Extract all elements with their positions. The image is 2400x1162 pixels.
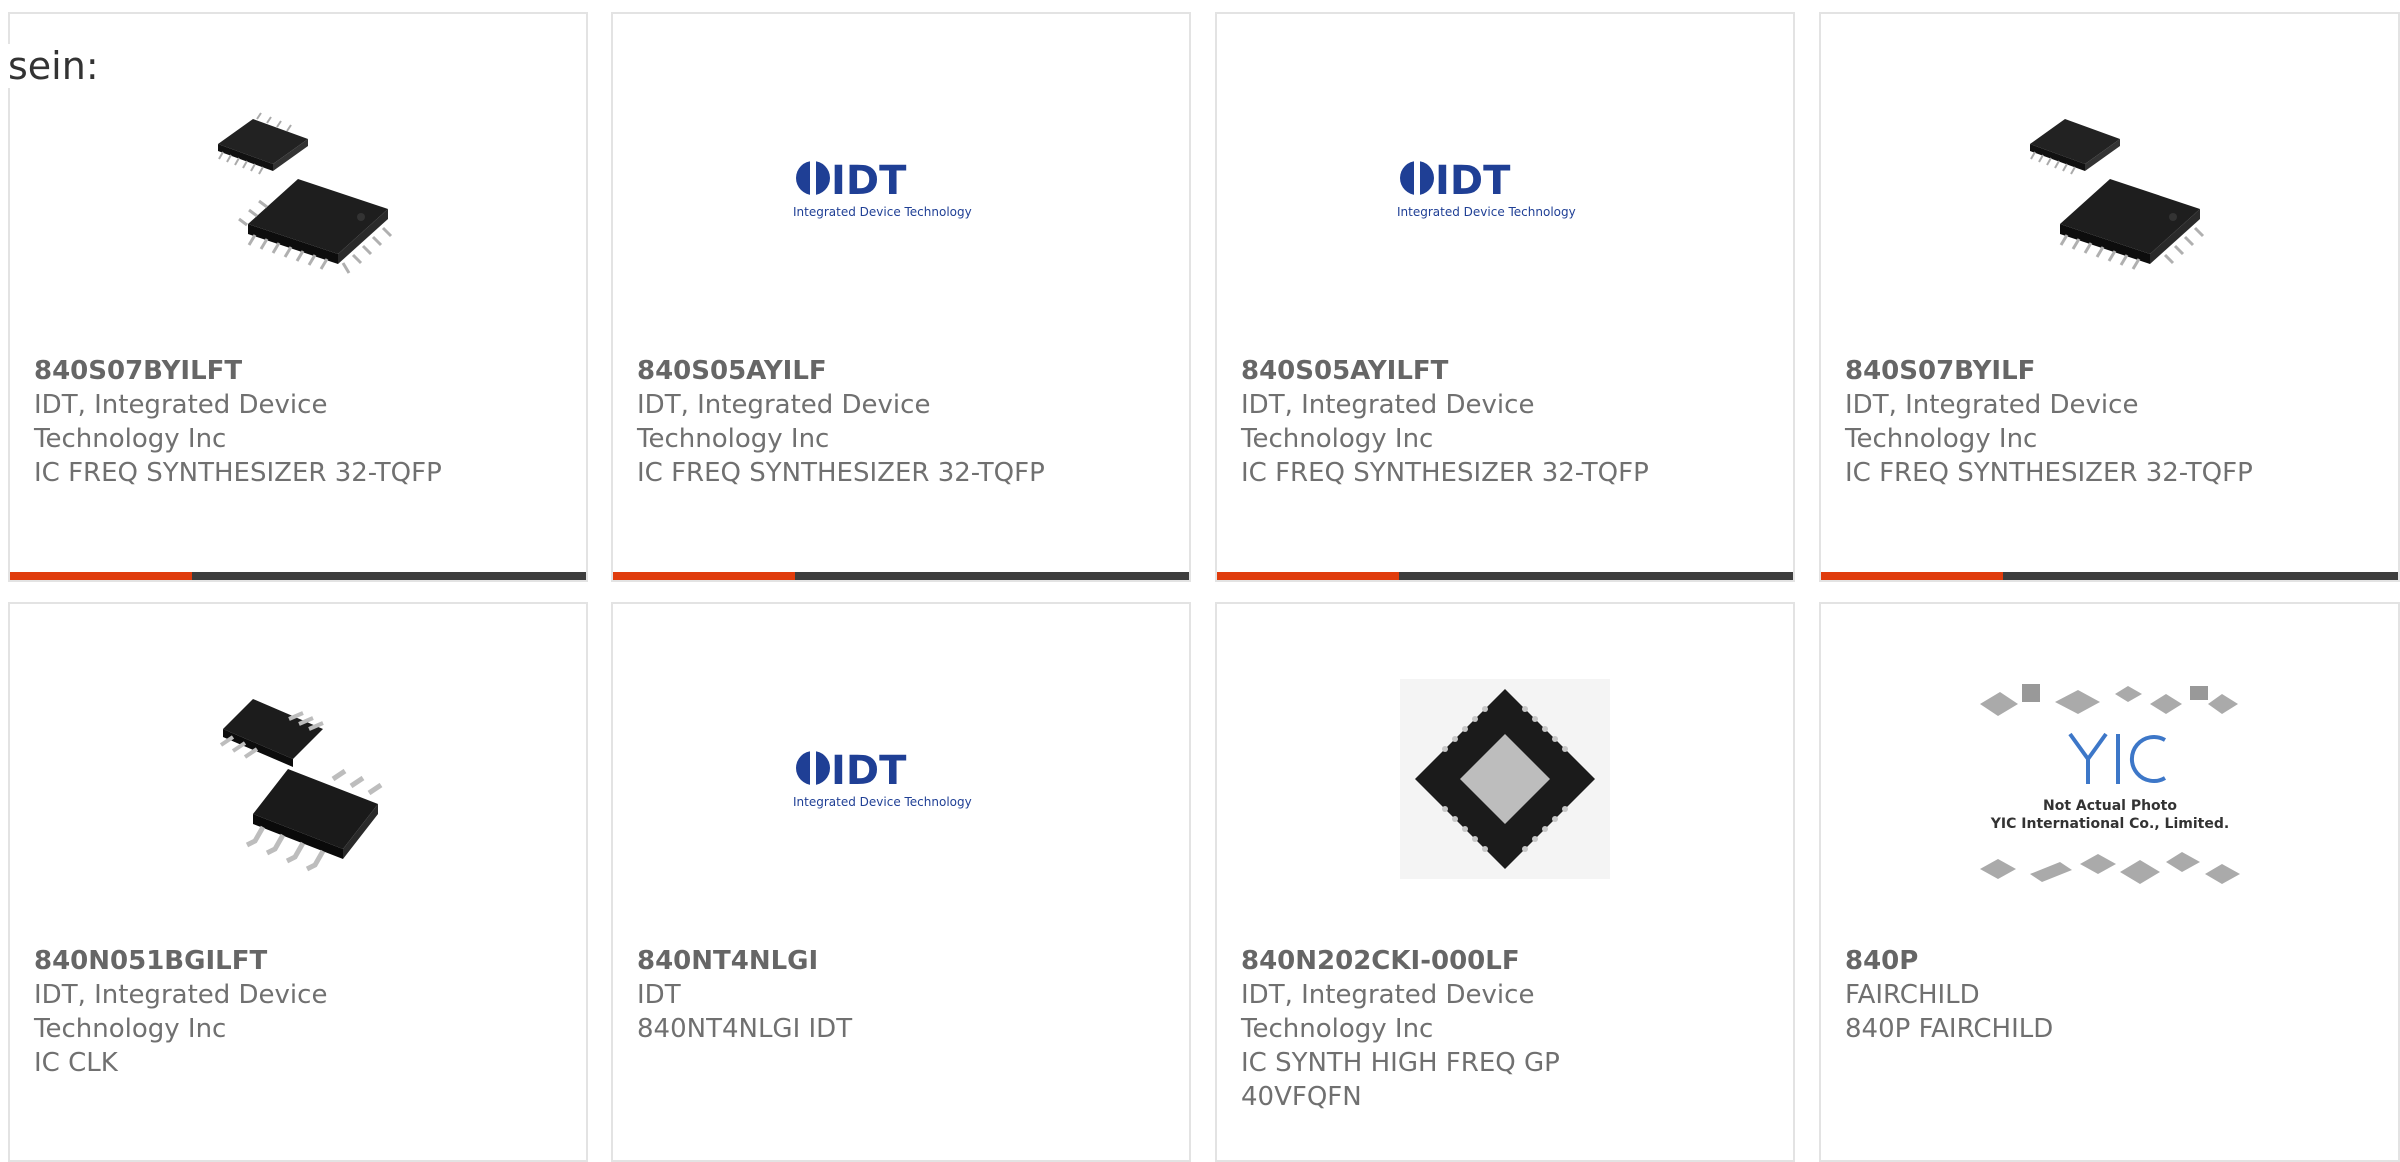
part-number[interactable]: 840S07BYILF	[1845, 354, 2378, 388]
card-progress-bar	[10, 572, 586, 580]
product-image	[10, 84, 586, 294]
part-number[interactable]: 840S05AYILFT	[1241, 354, 1773, 388]
manufacturer-line: IDT, Integrated Device	[34, 390, 328, 420]
part-number[interactable]: 840N051BGILFT	[34, 944, 566, 978]
vfqfn-chip-icon	[1400, 679, 1610, 879]
idt-logo-text: IDT	[831, 158, 907, 204]
product-image: IDT Integrated Device Technology	[1217, 84, 1793, 294]
description-line: IC CLK	[34, 1048, 118, 1078]
manufacturer-line: IDT	[637, 980, 681, 1010]
product-card[interactable]: 840S07BYILFT IDT, Integrated Device Tech…	[8, 12, 588, 582]
description-line: IC FREQ SYNTHESIZER 32-TQFP	[34, 458, 442, 488]
manufacturer-line: Technology Inc	[34, 424, 227, 454]
tqfp-chip-icon	[218, 112, 393, 274]
product-card[interactable]: Not Actual Photo YIC International Co., …	[1819, 602, 2400, 1162]
description-line: 840NT4NLGI IDT	[637, 1014, 853, 1044]
manufacturer-line: Technology Inc	[637, 424, 830, 454]
manufacturer-line: IDT, Integrated Device	[34, 980, 328, 1010]
idt-logo-icon: IDT Integrated Device Technology	[793, 158, 972, 219]
idt-logo-subtitle: Integrated Device Technology	[793, 205, 972, 219]
card-progress-accent	[613, 572, 795, 580]
card-progress-accent	[1217, 572, 1399, 580]
idt-logo-icon: IDT Integrated Device Technology	[793, 748, 972, 809]
description-line: IC SYNTH HIGH FREQ GP	[1241, 1048, 1560, 1078]
manufacturer-line: Technology Inc	[1241, 1014, 1434, 1044]
card-progress-bar	[1217, 572, 1793, 580]
product-card[interactable]: 840N202CKI-000LF IDT, Integrated Device …	[1215, 602, 1795, 1162]
part-number[interactable]: 840S05AYILF	[637, 354, 1169, 388]
page-label: sein:	[8, 44, 103, 88]
product-image: IDT Integrated Device Technology	[613, 674, 1189, 884]
product-card[interactable]: IDT Integrated Device Technology 840S05A…	[1215, 12, 1795, 582]
description-line: 40VFQFN	[1241, 1082, 1362, 1112]
manufacturer-line: Technology Inc	[1845, 424, 2038, 454]
part-number[interactable]: 840S07BYILFT	[34, 354, 566, 388]
product-image: Not Actual Photo YIC International Co., …	[1821, 674, 2398, 914]
tssop-chip-icon	[219, 699, 383, 872]
product-image: IDT Integrated Device Technology	[613, 84, 1189, 294]
yic-caption-line-1: Not Actual Photo	[2043, 798, 2177, 814]
product-card[interactable]: 840N051BGILFT IDT, Integrated Device Tec…	[8, 602, 588, 1162]
manufacturer-line: Technology Inc	[1241, 424, 1434, 454]
part-number[interactable]: 840N202CKI-000LF	[1241, 944, 1773, 978]
yic-caption-line-2: YIC International Co., Limited.	[1989, 816, 2228, 832]
description-line: IC FREQ SYNTHESIZER 32-TQFP	[637, 458, 1045, 488]
description-line: IC FREQ SYNTHESIZER 32-TQFP	[1241, 458, 1649, 488]
part-number[interactable]: 840P	[1845, 944, 2378, 978]
product-grid: 840S07BYILFT IDT, Integrated Device Tech…	[0, 0, 2400, 1162]
description-line: 840P FAIRCHILD	[1845, 1014, 2054, 1044]
yic-placeholder-icon: Not Actual Photo YIC International Co., …	[1979, 684, 2240, 884]
product-card[interactable]: 840S07BYILF IDT, Integrated Device Techn…	[1819, 12, 2400, 582]
part-number[interactable]: 840NT4NLGI	[637, 944, 1169, 978]
manufacturer-line: IDT, Integrated Device	[1845, 390, 2139, 420]
manufacturer-line: IDT, Integrated Device	[637, 390, 931, 420]
manufacturer-line: IDT, Integrated Device	[1241, 980, 1535, 1010]
card-progress-accent	[10, 572, 192, 580]
product-card[interactable]: IDT Integrated Device Technology 840NT4N…	[611, 602, 1191, 1162]
idt-logo-icon: IDT Integrated Device Technology	[1397, 158, 1576, 219]
tqfp-chip-icon	[2029, 119, 2204, 270]
product-image	[10, 674, 586, 884]
product-image	[1217, 674, 1793, 884]
product-image	[1821, 84, 2398, 294]
manufacturer-line: IDT, Integrated Device	[1241, 390, 1535, 420]
idt-logo-text: IDT	[831, 748, 907, 794]
manufacturer-line: Technology Inc	[34, 1014, 227, 1044]
idt-logo-text: IDT	[1435, 158, 1511, 204]
idt-logo-subtitle: Integrated Device Technology	[1397, 205, 1576, 219]
manufacturer-line: FAIRCHILD	[1845, 980, 1980, 1010]
card-progress-bar	[613, 572, 1189, 580]
card-progress-bar	[1821, 572, 2398, 580]
product-card[interactable]: IDT Integrated Device Technology 840S05A…	[611, 12, 1191, 582]
idt-logo-subtitle: Integrated Device Technology	[793, 795, 972, 809]
description-line: IC FREQ SYNTHESIZER 32-TQFP	[1845, 458, 2253, 488]
card-progress-accent	[1821, 572, 2003, 580]
